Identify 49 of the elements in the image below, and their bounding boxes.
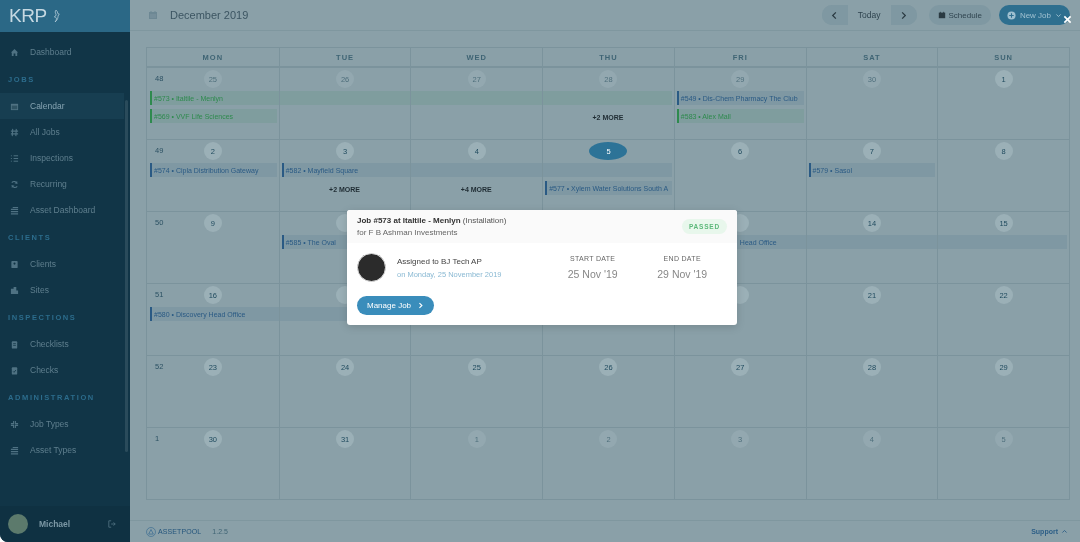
caret-up-icon xyxy=(1061,528,1068,535)
close-icon xyxy=(1063,15,1072,24)
sidebar-item[interactable]: All Jobs xyxy=(0,119,124,145)
date-value: 25 Nov '19 xyxy=(567,268,618,280)
sidebar-item[interactable]: Dashboard xyxy=(0,39,124,65)
home-icon xyxy=(10,47,19,57)
calendar-icon xyxy=(937,11,946,19)
today-button[interactable]: Today xyxy=(847,5,891,25)
job-title: Job #573 at Italtile - Menlyn (Installation) xyxy=(357,216,508,225)
calendar-icon xyxy=(10,101,19,111)
caret-down-icon xyxy=(1055,11,1062,19)
plus-circle-icon xyxy=(1006,10,1016,20)
sidebar-item[interactable]: Clients xyxy=(0,251,124,277)
sidebar-item[interactable]: Job Types xyxy=(0,411,124,437)
hash-icon xyxy=(10,127,19,137)
chevron-right-icon xyxy=(899,10,908,20)
manage-job-button[interactable]: Manage Job xyxy=(357,296,435,315)
avatar xyxy=(357,253,386,282)
sidebar-item[interactable]: Recurring xyxy=(0,171,124,197)
sidebar-item[interactable]: Checks xyxy=(0,357,124,383)
card-icon xyxy=(10,259,19,269)
clipboard-icon xyxy=(10,339,19,349)
avatar xyxy=(8,514,28,534)
building-icon xyxy=(10,285,19,295)
close-button[interactable] xyxy=(1063,15,1072,24)
triangle-logo-icon xyxy=(146,526,156,537)
client-name: for F B Ashman Investments xyxy=(357,228,459,237)
sidebar-item[interactable]: Asset Types xyxy=(0,437,124,463)
logout-icon[interactable] xyxy=(108,520,116,528)
refresh-icon xyxy=(10,179,19,189)
sidebar-item[interactable]: Asset Dashboard xyxy=(0,197,124,223)
clipcheck-icon xyxy=(10,365,19,375)
new-job-button[interactable]: New Job xyxy=(998,5,1070,25)
chevron-right-icon xyxy=(417,302,425,309)
stack-icon xyxy=(10,445,19,455)
sidebar-item[interactable]: Calendar xyxy=(0,93,124,119)
arrows-icon xyxy=(10,419,19,429)
sidebar-item[interactable]: Checklists xyxy=(0,331,124,357)
list-icon xyxy=(10,153,19,163)
date-value: 29 Nov '19 xyxy=(657,268,708,280)
logo-text: KRP xyxy=(9,5,47,27)
month-title: December 2019 xyxy=(170,9,249,21)
assignee-text: Assigned to BJ Tech AP xyxy=(397,256,483,266)
calendar-icon xyxy=(148,10,158,20)
sidebar-item[interactable]: Inspections xyxy=(0,145,124,171)
sidebar-item[interactable]: Sites xyxy=(0,277,124,303)
user-name: Michael xyxy=(39,519,72,529)
stack-icon xyxy=(10,205,19,215)
schedule-button[interactable]: Schedule xyxy=(928,5,991,25)
